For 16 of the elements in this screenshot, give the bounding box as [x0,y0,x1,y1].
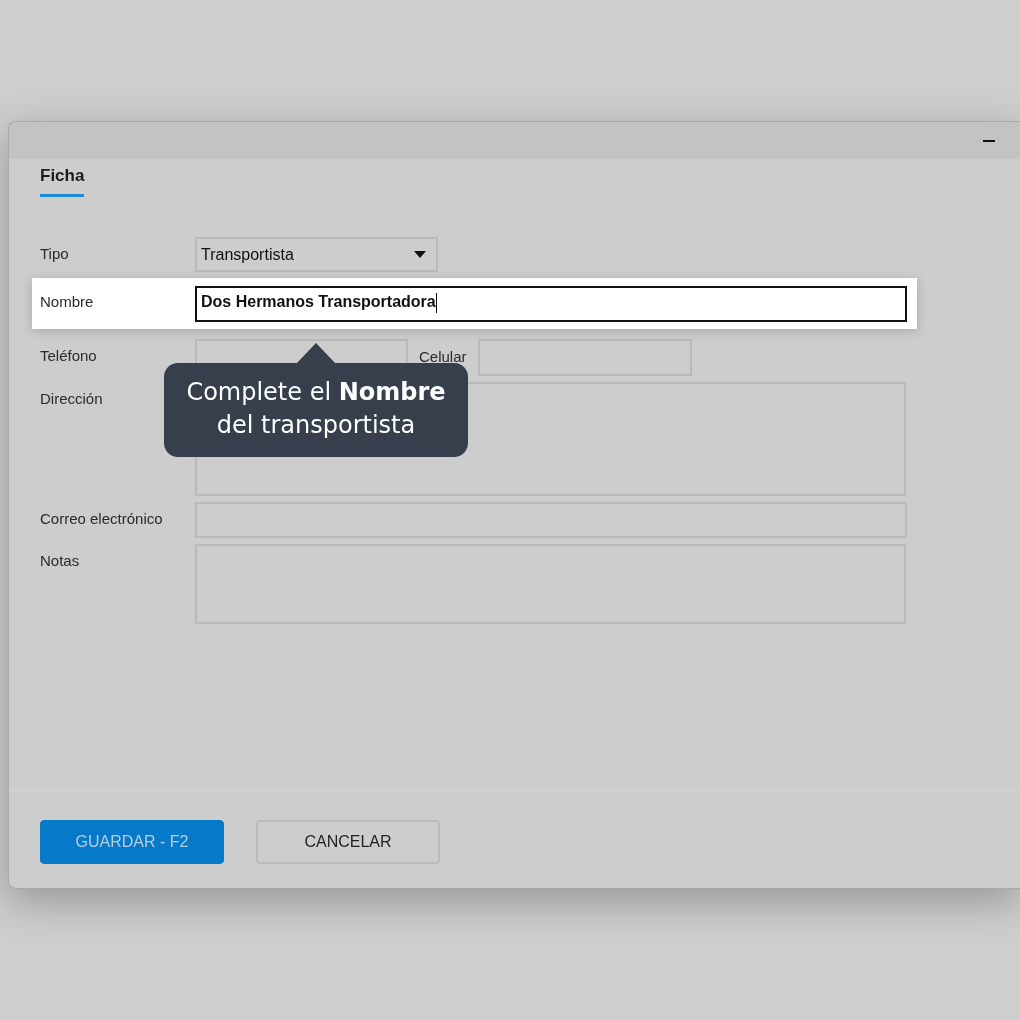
field-label: Celular [418,347,468,365]
field-label: Teléfono [40,346,98,364]
field-label: Correo electrónico [40,509,164,527]
field-label: Dirección [40,389,104,407]
text-cursor [435,293,437,313]
type-dropdown[interactable]: Transportista [195,237,438,272]
tooltip: Complete el Nombre del transportista [164,363,468,457]
field-label: Notas [40,551,81,569]
cancel-button[interactable]: CANCELAR [256,820,440,864]
field-label: Tipo [40,244,70,262]
input-field[interactable]: Dos Hermanos Transportadora [195,286,907,322]
field-label: Nombre [40,292,95,310]
tab[interactable]: Ficha [40,166,85,197]
minimize-icon[interactable] [983,139,995,142]
tooltip-arrow [296,343,336,364]
caret-icon [414,251,426,258]
